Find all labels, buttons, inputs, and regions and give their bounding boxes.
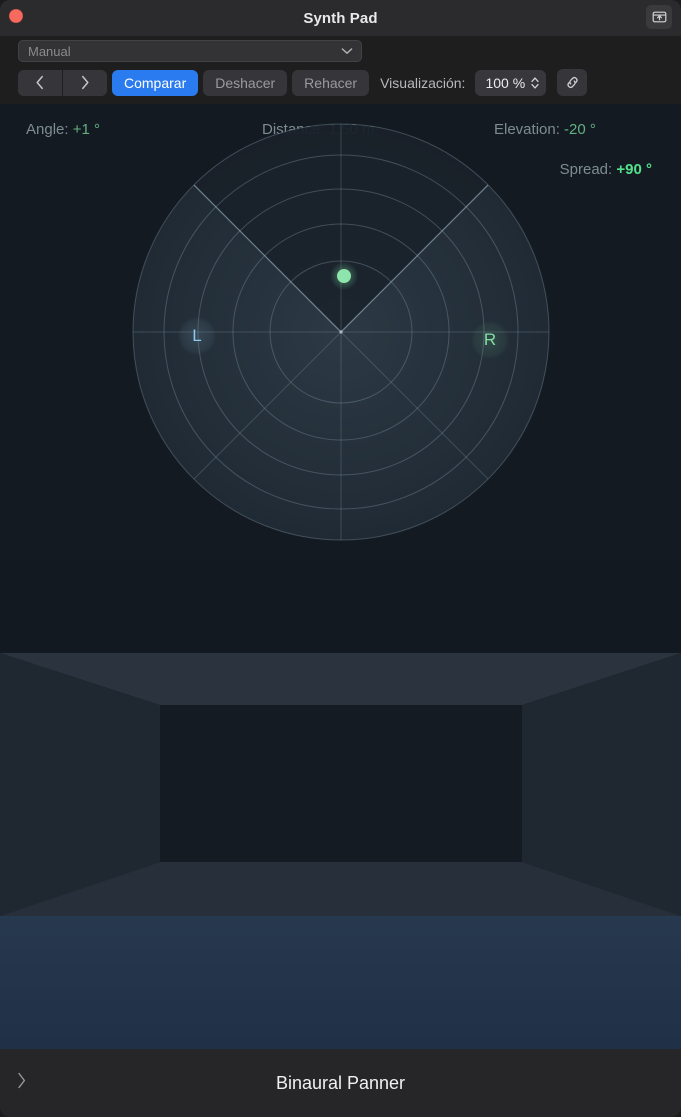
right-speaker-label: R bbox=[483, 330, 497, 349]
title-bar: Synth Pad bbox=[0, 0, 681, 36]
next-preset-button[interactable] bbox=[63, 69, 107, 96]
source-position-dot[interactable] bbox=[330, 262, 358, 290]
export-button[interactable] bbox=[646, 5, 672, 29]
export-up-icon bbox=[652, 11, 666, 23]
size-doppler-panel: Size 1.50m Doppler OFF bbox=[0, 916, 681, 1049]
preset-row: Manual bbox=[0, 36, 681, 62]
room-perspective-graphic bbox=[0, 653, 681, 916]
stepper-updown-icon bbox=[531, 76, 539, 89]
footer-bar: Binaural Panner bbox=[0, 1049, 681, 1117]
chevron-left-icon bbox=[36, 75, 43, 90]
radar-panel[interactable]: Angle: +1 ° Distance: 1.50 m Elevation: … bbox=[0, 104, 681, 653]
plugin-window: Synth Pad Manual Comparar Deshacer Rehac… bbox=[0, 0, 681, 1117]
link-chain-icon bbox=[567, 77, 578, 88]
room-view-panel[interactable] bbox=[0, 653, 681, 916]
redo-button[interactable]: Rehacer bbox=[292, 69, 370, 96]
toolbar: Comparar Deshacer Rehacer Visualización:… bbox=[0, 62, 681, 104]
preset-value: Manual bbox=[28, 43, 71, 59]
radar-graphic bbox=[132, 123, 550, 541]
undo-button[interactable]: Deshacer bbox=[203, 69, 288, 96]
zoom-stepper[interactable]: 100 % bbox=[475, 69, 547, 96]
radar-center bbox=[339, 330, 343, 334]
plugin-name: Binaural Panner bbox=[275, 1072, 406, 1093]
close-button[interactable] bbox=[9, 9, 23, 23]
chevron-down-icon bbox=[341, 42, 353, 60]
left-speaker-marker[interactable]: L bbox=[178, 317, 216, 355]
left-speaker-label: L bbox=[192, 326, 202, 345]
link-button[interactable] bbox=[557, 69, 588, 96]
previous-preset-button[interactable] bbox=[18, 69, 62, 96]
window-title: Synth Pad bbox=[303, 9, 378, 27]
nav-button-group bbox=[18, 69, 107, 96]
zoom-value: 100 % bbox=[485, 74, 526, 91]
view-label: Visualización: bbox=[380, 74, 466, 91]
chevron-right-icon bbox=[18, 1072, 26, 1089]
compare-button[interactable]: Comparar bbox=[112, 69, 199, 96]
right-speaker-marker[interactable]: R bbox=[471, 321, 509, 359]
expand-button[interactable] bbox=[16, 1072, 27, 1095]
preset-select[interactable]: Manual bbox=[18, 40, 362, 62]
chevron-right-icon bbox=[82, 75, 89, 90]
